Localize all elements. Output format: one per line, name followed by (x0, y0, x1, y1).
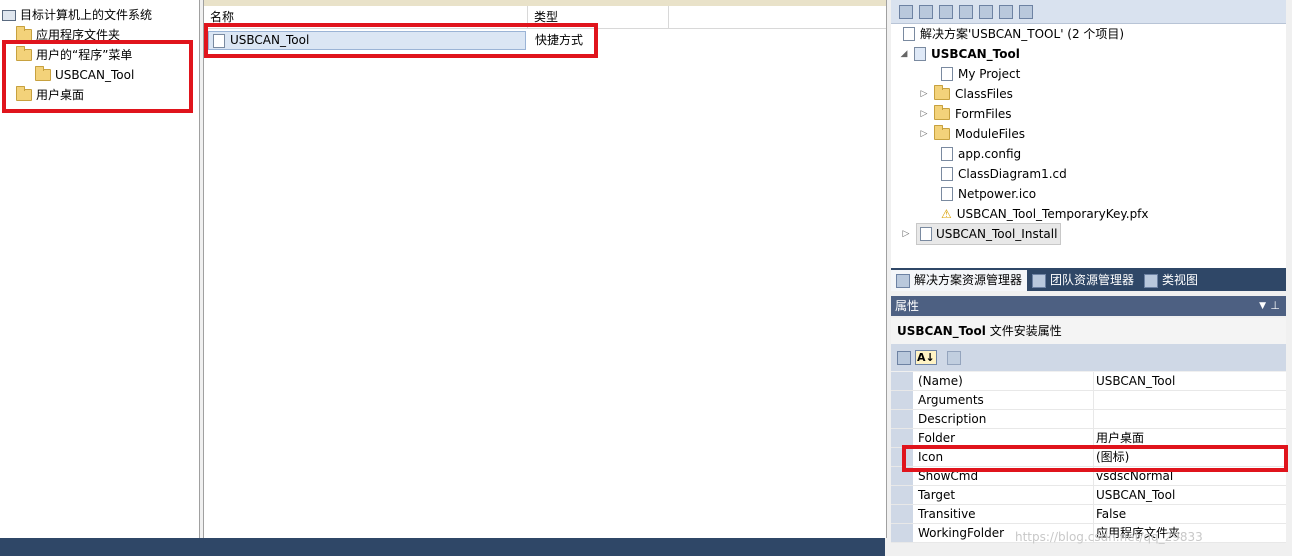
explorer-tabs: 解决方案资源管理器 团队资源管理器 类视图 (891, 268, 1286, 291)
config-file-icon (941, 147, 953, 161)
tree-item-pfx-key[interactable]: ⚠ USBCAN_Tool_TemporaryKey.pfx (941, 204, 1149, 224)
registry-editor-icon[interactable] (939, 4, 953, 19)
team-explorer-icon (1032, 273, 1047, 288)
dropdown-icon[interactable]: ▼ (1259, 296, 1266, 316)
tree-item-classdiagram[interactable]: ClassDiagram1.cd (941, 164, 1067, 184)
solution-explorer-icon (896, 273, 910, 288)
solution-toolbar (891, 0, 1286, 24)
folder-icon (934, 105, 950, 120)
tab-solution-explorer[interactable]: 解决方案资源管理器 (891, 270, 1028, 291)
tree-item-app-config[interactable]: app.config (941, 144, 1021, 164)
class-view-icon (1144, 273, 1159, 288)
class-diagram-icon (941, 167, 953, 181)
status-strip (0, 538, 885, 556)
setup-project-icon (920, 227, 932, 241)
tree-item-modulefiles[interactable]: ▷ ModuleFiles (919, 124, 1025, 144)
properties-object-selector[interactable]: USBCAN_Tool 文件安装属性 (891, 318, 1286, 344)
tree-item-classfiles[interactable]: ▷ ClassFiles (919, 84, 1013, 104)
properties-title-bar: 属性 ▼ ⊥ (891, 296, 1286, 316)
user-interface-editor-icon[interactable] (979, 4, 993, 19)
tab-class-view[interactable]: 类视图 (1139, 270, 1203, 291)
tree-item-netpower-ico[interactable]: Netpower.ico (941, 184, 1036, 204)
watermark: https://blog.csdn.net/qq_29833 (1015, 530, 1203, 544)
property-row[interactable]: Description (891, 410, 1286, 429)
icon-file-icon (941, 187, 953, 201)
vb-project-icon (914, 47, 926, 61)
custom-actions-editor-icon[interactable] (999, 4, 1013, 19)
warning-icon: ⚠ (941, 207, 952, 221)
file-types-editor-icon[interactable] (959, 4, 973, 19)
property-pages-icon[interactable] (946, 350, 961, 365)
expand-arrow-icon[interactable]: ▷ (919, 84, 929, 104)
highlight-box (204, 23, 598, 58)
folder-icon (934, 85, 950, 100)
categorized-icon[interactable] (897, 350, 911, 365)
property-row[interactable]: (Name) USBCAN_Tool (891, 372, 1286, 391)
properties-toolbar: A↓ (891, 344, 1286, 371)
tab-team-explorer[interactable]: 团队资源管理器 (1027, 270, 1139, 291)
properties-icon[interactable] (899, 4, 913, 19)
pin-icon[interactable]: ⊥ (1270, 296, 1280, 316)
file-list-pane: 名称 类型 USBCAN_Tool 快捷方式 (203, 0, 887, 538)
tree-root[interactable]: 目标计算机上的文件系统 (2, 5, 152, 25)
highlight-box (902, 445, 1288, 472)
expand-arrow-icon[interactable]: ▷ (919, 104, 929, 124)
collapse-arrow-icon[interactable]: ◢ (899, 44, 909, 64)
solution-node[interactable]: 解决方案'USBCAN_TOOL' (2 个项目) (903, 24, 1124, 44)
launch-conditions-editor-icon[interactable] (1019, 4, 1033, 19)
tree-item-formfiles[interactable]: ▷ FormFiles (919, 104, 1012, 124)
tree-root-label: 目标计算机上的文件系统 (20, 8, 153, 22)
solution-explorer: 解决方案'USBCAN_TOOL' (2 个项目) ◢ USBCAN_Tool … (891, 0, 1286, 268)
computer-icon (2, 9, 16, 21)
expand-arrow-icon[interactable]: ▷ (919, 124, 929, 144)
property-row[interactable]: Arguments (891, 391, 1286, 410)
expand-arrow-icon[interactable]: ▷ (901, 224, 911, 244)
my-project-icon (941, 67, 953, 81)
folder-icon (934, 125, 950, 140)
tree-item-my-project[interactable]: My Project (941, 64, 1020, 84)
project-node[interactable]: ◢ USBCAN_Tool (899, 44, 1020, 64)
install-project-node[interactable]: ▷ USBCAN_Tool_Install (901, 223, 1062, 245)
file-system-editor-icon[interactable] (919, 4, 933, 19)
solution-icon (903, 27, 915, 41)
highlight-box (2, 40, 193, 113)
property-row[interactable]: Transitive False (891, 505, 1286, 524)
alphabetical-sort-icon[interactable]: A↓ (915, 350, 937, 365)
property-row[interactable]: Target USBCAN_Tool (891, 486, 1286, 505)
